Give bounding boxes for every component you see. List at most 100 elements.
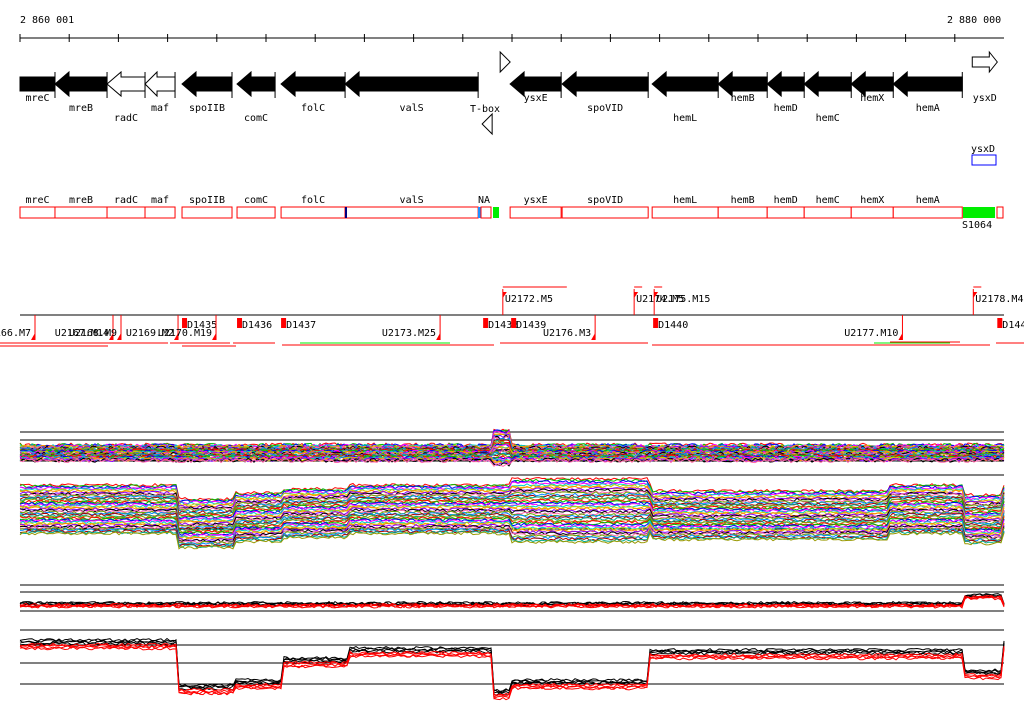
annotation-box-folC[interactable] xyxy=(280,206,346,219)
axis-start-label: 2 860 001 xyxy=(20,15,74,26)
annotation-box-spoIIB[interactable] xyxy=(181,206,233,219)
gene-label: hemL xyxy=(673,113,697,124)
annotation-label: spoVID xyxy=(587,195,623,206)
annotation-label: hemD xyxy=(774,195,798,206)
segment-label[interactable]: U2173.M25 xyxy=(382,328,436,339)
annotation-box-ysxE[interactable] xyxy=(509,206,562,219)
gene-arrow-maf[interactable] xyxy=(144,70,176,98)
gene-arrow-comC[interactable] xyxy=(236,70,276,98)
gene-arrow-hemD[interactable] xyxy=(766,70,805,98)
extra-feature-box[interactable] xyxy=(971,154,997,166)
annotation-label: spoIIB xyxy=(189,195,225,206)
annotation-box-radC[interactable] xyxy=(106,206,146,219)
gene-label: ysxE xyxy=(524,93,548,104)
gene-track: mreC mreB radC maf spoIIB comC folC valS ysxE spo… xyxy=(19,50,998,136)
segment-marker xyxy=(117,333,122,340)
segment-label[interactable]: U2170.M19 xyxy=(158,328,212,339)
segment-label[interactable]: D1436 xyxy=(242,320,272,331)
gene-label: comC xyxy=(244,113,268,124)
axis-end-label: 2 880 000 xyxy=(947,15,1001,26)
gene-label: hemA xyxy=(916,103,940,114)
annotation-box-valS[interactable] xyxy=(344,206,479,219)
gene-label: mreC xyxy=(25,93,49,104)
segment-marker xyxy=(591,333,596,340)
annotation-box-hemA[interactable] xyxy=(892,206,963,219)
annotation-green-box[interactable] xyxy=(493,207,499,218)
segment-label[interactable]: U2176.M3 xyxy=(543,328,591,339)
gene-label: spoVID xyxy=(587,103,623,114)
genome-browser-view: 2 860 001 2 880 000 mreC mreB radC maf spoII… xyxy=(0,15,1024,701)
segment-marker xyxy=(212,333,217,340)
annotation-box-hemB[interactable] xyxy=(717,206,768,219)
expression-profiles xyxy=(19,428,1005,701)
gene-label: valS xyxy=(400,103,424,114)
gene-arrow-hemC[interactable] xyxy=(803,70,852,98)
gene-label: spoIIB xyxy=(189,103,225,114)
annotation-box-hemC[interactable] xyxy=(803,206,852,219)
annotation-box-maf[interactable] xyxy=(144,206,176,219)
annotation-label: hemA xyxy=(916,195,940,206)
annotation-box-spoVID[interactable] xyxy=(561,206,649,219)
gene-label: maf xyxy=(151,103,169,114)
gene-arrow-radC[interactable] xyxy=(106,70,146,98)
segment-label[interactable]: D1440 xyxy=(658,320,688,331)
annotation-label: hemL xyxy=(673,195,697,206)
segment-label[interactable]: D1441 xyxy=(1002,320,1024,331)
segment-label[interactable]: U2168.M9 xyxy=(69,328,117,339)
gene-arrow-folC[interactable] xyxy=(280,70,346,98)
annotation-box-comC[interactable] xyxy=(236,206,276,219)
extra-feature-track: ysxD xyxy=(971,144,997,166)
annotation-label: maf xyxy=(151,195,169,206)
gene-label: mreB xyxy=(69,103,93,114)
terminator-label: T-box xyxy=(470,104,500,115)
segment-label[interactable]: D1437 xyxy=(286,320,316,331)
annotation-box-mreB[interactable] xyxy=(54,206,108,219)
annotation-marker xyxy=(345,207,347,218)
segment-label[interactable]: U2178.M4 xyxy=(975,294,1023,305)
gene-arrow-hemL[interactable] xyxy=(651,70,719,98)
annotation-label: mreC xyxy=(25,195,49,206)
terminator-reverse-icon[interactable] xyxy=(481,112,493,136)
segment-label[interactable]: U2172.M5 xyxy=(505,294,553,305)
gene-arrow-mreB[interactable] xyxy=(54,70,108,98)
gene-label: radC xyxy=(114,113,138,124)
segment-label[interactable]: U2166.M7 xyxy=(0,328,31,339)
segment-marker xyxy=(31,333,36,340)
annotation-box-hemL[interactable] xyxy=(651,206,719,219)
annotation-label: hemX xyxy=(860,195,884,206)
gene-label: folC xyxy=(301,103,325,114)
annotation-box[interactable] xyxy=(996,206,1004,219)
annotation-label: comC xyxy=(244,195,268,206)
gene-arrow-valS[interactable] xyxy=(344,70,479,98)
gene-label: hemB xyxy=(731,93,755,104)
gene-arrow-mreC[interactable] xyxy=(19,76,56,92)
gene-arrow-ysxD[interactable] xyxy=(971,50,998,74)
annotation-box-hemD[interactable] xyxy=(766,206,805,219)
segment-label[interactable]: U2177.M10 xyxy=(844,328,898,339)
annotation-box-mreC[interactable] xyxy=(19,206,56,219)
s1064-label: S1064 xyxy=(962,220,992,231)
annotation-label: folC xyxy=(301,195,325,206)
expression-trace xyxy=(19,646,1005,701)
annotation-label: mreB xyxy=(69,195,93,206)
annotation-label: ysxE xyxy=(524,195,548,206)
gene-label: ysxD xyxy=(973,93,997,104)
gene-arrow-spoIIB[interactable] xyxy=(181,70,233,98)
gene-arrow-spoVID[interactable] xyxy=(561,70,649,98)
gene-label: hemC xyxy=(816,113,840,124)
annotation-s1064-box[interactable] xyxy=(963,207,995,218)
annotation-track: NA S1064 mreC mreB radC maf spoIIB comC folC va… xyxy=(19,195,1004,231)
coordinate-axis xyxy=(19,34,1004,42)
gene-arrow-hemA[interactable] xyxy=(892,70,963,98)
segment-label[interactable]: U2175.M15 xyxy=(656,294,710,305)
segment-marker xyxy=(898,333,903,340)
annotation-box-hemX[interactable] xyxy=(850,206,894,219)
segment-marker xyxy=(436,333,441,340)
segment-label[interactable]: D1439 xyxy=(516,320,546,331)
segment-track: U2172.M5 U2174.M5U2175.M15 U2178.M4D1435 D1… xyxy=(0,286,1024,347)
annotation-label: valS xyxy=(400,195,424,206)
gene-label: hemX xyxy=(860,93,884,104)
gene-label: hemD xyxy=(774,103,798,114)
terminator-forward-icon[interactable] xyxy=(499,50,511,74)
annotation-box-na[interactable] xyxy=(480,206,492,219)
